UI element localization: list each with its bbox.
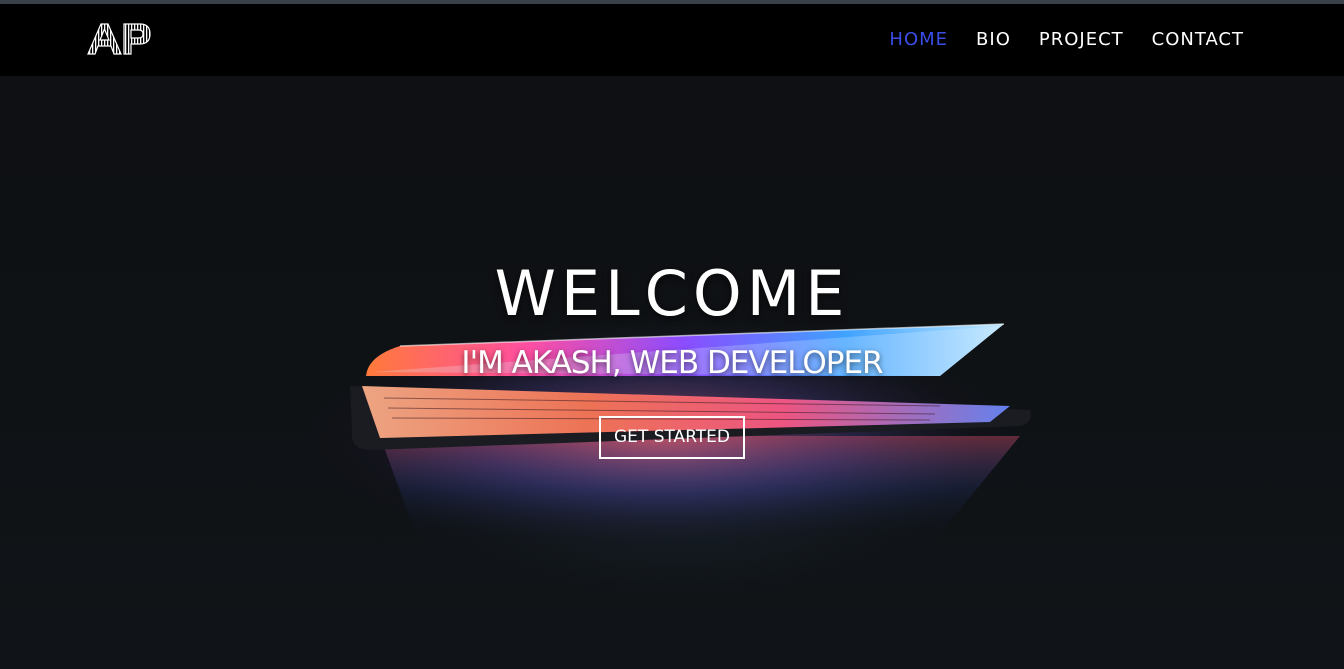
hero-title: WELCOME xyxy=(494,257,850,330)
nav-item-contact[interactable]: CONTACT xyxy=(1152,4,1244,76)
hero-section: WELCOME I'M AKASH, WEB DEVELOPER GET STA… xyxy=(0,76,1344,669)
brand-logo[interactable] xyxy=(86,20,152,58)
hero-subtitle: I'M AKASH, WEB DEVELOPER xyxy=(461,345,883,381)
hero-content: WELCOME I'M AKASH, WEB DEVELOPER GET STA… xyxy=(0,252,1344,459)
get-started-button[interactable]: GET STARTED xyxy=(599,416,745,459)
main-nav: HOME BIO PROJECT CONTACT xyxy=(889,4,1244,76)
nav-item-project[interactable]: PROJECT xyxy=(1039,4,1124,76)
navbar: HOME BIO PROJECT CONTACT xyxy=(0,4,1344,76)
nav-item-bio[interactable]: BIO xyxy=(976,4,1011,76)
nav-item-home[interactable]: HOME xyxy=(889,4,948,76)
